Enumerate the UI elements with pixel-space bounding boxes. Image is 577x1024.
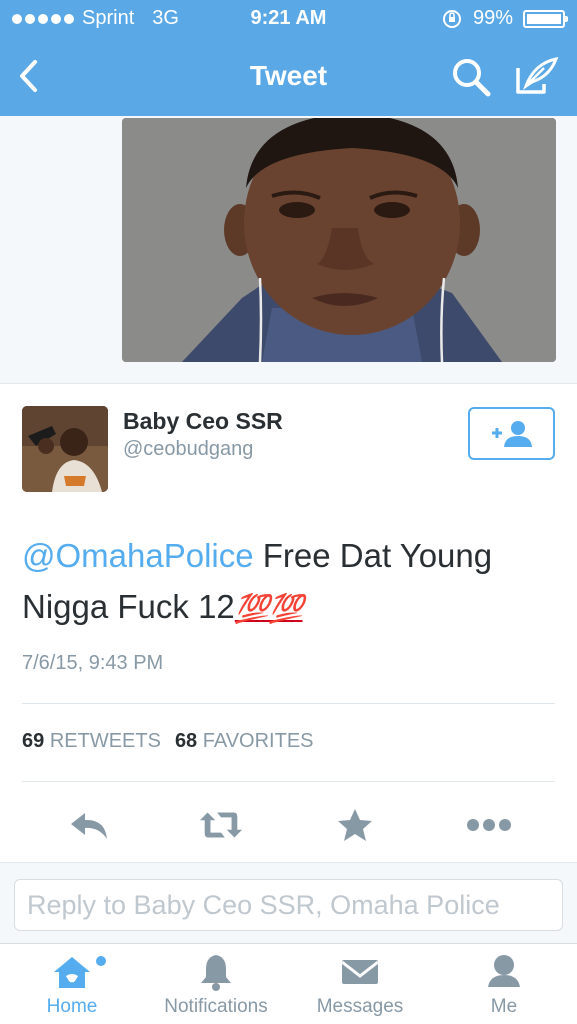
author-handle[interactable]: @ceobudgang [123, 438, 253, 461]
reply-bar [0, 862, 577, 944]
retweets-count: 69 [22, 730, 45, 752]
star-icon [338, 809, 372, 841]
divider [22, 703, 555, 704]
search-icon[interactable] [450, 56, 492, 98]
tab-notifications[interactable]: Notifications [144, 944, 288, 1024]
favorite-button[interactable] [332, 806, 378, 844]
compose-icon[interactable] [514, 56, 560, 96]
divider [22, 781, 555, 782]
top-bar: Sprint 3G 9:21 AM 99% Tweet [0, 0, 577, 116]
hundred-points-emoji: 💯💯 [234, 593, 304, 624]
tab-bar: Home Notifications Messages Me [0, 944, 577, 1024]
bell-icon [144, 952, 288, 992]
retweets-label: RETWEETS [49, 730, 161, 752]
tweet-stats: 69 RETWEETS 68 FAVORITES [22, 730, 314, 753]
battery-fill [527, 13, 561, 24]
follow-button[interactable] [468, 407, 555, 460]
favorites-count: 68 [174, 730, 198, 752]
avatar[interactable] [22, 406, 108, 492]
reply-icon [71, 813, 107, 839]
tweet-photo[interactable] [122, 118, 556, 362]
retweets-stat[interactable]: 69 RETWEETS [22, 730, 161, 753]
media-area [0, 116, 577, 384]
tab-label: Home [46, 996, 98, 1017]
more-button[interactable] [466, 806, 512, 844]
mention-link[interactable]: @OmahaPolice [22, 537, 254, 574]
tweet-actions [0, 790, 577, 860]
tab-label: Notifications [164, 996, 268, 1017]
tab-me[interactable]: Me [432, 944, 576, 1024]
status-bar: Sprint 3G 9:21 AM 99% [0, 0, 577, 38]
retweet-button[interactable] [198, 806, 244, 844]
home-badge-dot [96, 956, 106, 966]
favorites-label: FAVORITES [202, 730, 314, 752]
tab-home[interactable]: Home [0, 944, 144, 1024]
reply-input[interactable] [14, 879, 563, 931]
author-name[interactable]: Baby Ceo SSR [123, 408, 283, 435]
nav-bar: Tweet [0, 40, 577, 112]
reply-button[interactable] [66, 806, 112, 844]
portrait-image [122, 118, 556, 362]
home-icon [0, 952, 144, 992]
add-user-icon [491, 420, 532, 447]
tab-label: Messages [316, 996, 404, 1017]
favorites-stat[interactable]: 68 FAVORITES [175, 730, 314, 753]
retweet-icon [199, 812, 243, 838]
tab-messages[interactable]: Messages [288, 944, 432, 1024]
rotation-lock-icon [442, 9, 461, 28]
envelope-icon [288, 952, 432, 992]
tweet-author: Baby Ceo SSR @ceobudgang [0, 384, 577, 514]
tweet-timestamp: 7/6/15, 9:43 PM [22, 652, 164, 674]
person-icon [432, 952, 576, 992]
battery-icon [523, 9, 568, 28]
more-icon [467, 819, 511, 831]
battery-percent: 99% [472, 7, 513, 29]
tweet-text: @OmahaPolice Free Dat Young Nigga Fuck 1… [22, 530, 562, 634]
avatar-image [22, 406, 108, 492]
status-right: 99% [441, 7, 568, 30]
tab-label: Me [490, 996, 518, 1017]
